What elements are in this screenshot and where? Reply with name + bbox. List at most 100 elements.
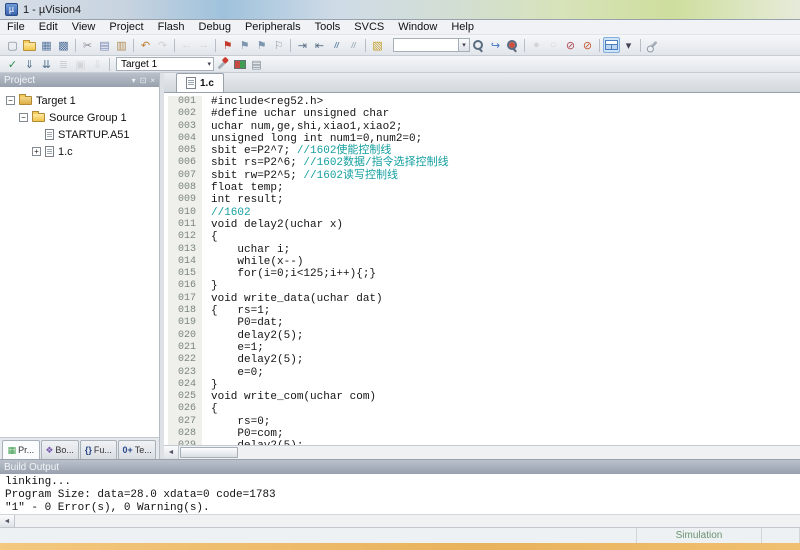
main-area: Project ▾⊡× −Target 1−Source Group 1STAR… [0, 73, 800, 459]
line-number: 027 [168, 416, 202, 428]
tree-item-startup-a51[interactable]: STARTUP.A51 [2, 126, 159, 143]
file-toolbar: ▢▦▩✂▤▥↶↷←→⚑⚑⚑⚐⇥⇤////▧▾↪●○⊘⊘▾ [0, 35, 800, 56]
find-next-button[interactable]: ↪ [487, 37, 504, 53]
code-text: void write_data(uchar dat) [202, 293, 383, 305]
scroll-left-button[interactable]: ◄ [0, 515, 15, 527]
panel-pin-button[interactable]: ⊡ [140, 76, 147, 85]
next-bookmark-icon: ⚑ [257, 39, 267, 52]
translate-file-button[interactable]: ✓ [4, 57, 21, 71]
scroll-left-button[interactable]: ◄ [164, 446, 179, 459]
configure-tools-button[interactable] [644, 37, 661, 53]
tab-project[interactable]: ▦Pr... [2, 440, 40, 459]
code-line: 017void write_data(uchar dat) [164, 293, 800, 305]
app-icon: µ [5, 3, 18, 16]
next-bookmark-button[interactable]: ⚑ [253, 37, 270, 53]
scrollbar-thumb[interactable] [180, 447, 238, 458]
tree-item-1-c[interactable]: +1.c [2, 143, 159, 160]
outdent-button[interactable]: ⇤ [311, 37, 328, 53]
tab-functions[interactable]: {}Fu... [80, 440, 118, 459]
tree-expander[interactable]: − [6, 96, 15, 105]
find-input[interactable] [393, 38, 459, 52]
menu-svcs[interactable]: SVCS [347, 20, 391, 35]
menu-edit[interactable]: Edit [32, 20, 65, 35]
tab-project-icon: ▦ [8, 445, 17, 456]
menu-peripherals[interactable]: Peripherals [238, 20, 308, 35]
line-number: 023 [168, 367, 202, 379]
menu-file[interactable]: File [0, 20, 32, 35]
code-area[interactable]: 001#include<reg52.h>002#define uchar uns… [164, 93, 800, 445]
stop-build-button[interactable]: ▣ [72, 57, 89, 71]
enable-breakpoint-button[interactable]: ○ [545, 37, 562, 53]
tree-expander[interactable]: + [32, 147, 41, 156]
menu-flash[interactable]: Flash [151, 20, 192, 35]
previous-bookmark-button[interactable]: ⚑ [236, 37, 253, 53]
search-in-files-button[interactable] [470, 37, 487, 53]
comment-selection-button[interactable]: // [328, 37, 345, 53]
insert-breakpoint-button[interactable]: ● [528, 37, 545, 53]
menu-tools[interactable]: Tools [308, 20, 348, 35]
build-output-scrollbar[interactable]: ◄ [0, 514, 800, 527]
tree-item-label: STARTUP.A51 [58, 129, 130, 141]
panel-menu-button[interactable]: ▾ [132, 76, 136, 85]
uncomment-selection-button[interactable]: // [345, 37, 362, 53]
kill-all-breakpoints-button[interactable]: ⊘ [579, 37, 596, 53]
code-text: void write_com(uchar com) [202, 391, 376, 403]
navigate-back-button[interactable]: ← [178, 37, 195, 53]
toolbar-separator [215, 39, 216, 52]
menu-window[interactable]: Window [391, 20, 444, 35]
options-for-target-button[interactable] [214, 57, 231, 71]
clear-all-bookmarks-button[interactable]: ⚐ [270, 37, 287, 53]
find-in-files-button[interactable]: ▧ [369, 37, 386, 53]
code-text: delay2(5); [202, 354, 303, 366]
copy-button[interactable]: ▤ [96, 37, 113, 53]
tree-expander[interactable]: − [19, 113, 28, 122]
find-button[interactable] [504, 37, 521, 53]
code-line: 014 while(x--) [164, 256, 800, 268]
code-text [202, 207, 211, 219]
cut-button[interactable]: ✂ [79, 37, 96, 53]
manage-components-button[interactable]: ▤ [248, 57, 265, 71]
panel-close-button[interactable]: × [150, 76, 155, 85]
menu-view[interactable]: View [65, 20, 103, 35]
toolbar-separator [290, 39, 291, 52]
code-line: 008float temp; [164, 182, 800, 194]
insert-bookmark-button[interactable]: ⚑ [219, 37, 236, 53]
target-select[interactable]: Target 1▾ [116, 57, 214, 71]
rebuild-all-button[interactable]: ⇊ [38, 57, 55, 71]
open-folder-button[interactable] [21, 37, 38, 53]
menu-project[interactable]: Project [102, 20, 150, 35]
code-line: 012{ [164, 231, 800, 243]
download-flash-button[interactable]: ⇩ [89, 57, 106, 71]
disable-all-breakpoints-button[interactable]: ⊘ [562, 37, 579, 53]
batch-build-button[interactable]: ≣ [55, 57, 72, 71]
tree-item-label: 1.c [58, 146, 73, 158]
code-line: 007sbit rw=P2^5; //1602读写控制线 [164, 170, 800, 182]
flash-download-options-icon [234, 60, 246, 69]
find-dropdown-arrow[interactable]: ▾ [459, 38, 470, 52]
code-text: { [202, 231, 218, 243]
editor-horizontal-scrollbar[interactable]: ◄ [164, 445, 800, 459]
window-layout-button[interactable] [603, 37, 620, 53]
tree-item-source-group-1[interactable]: −Source Group 1 [2, 109, 159, 126]
line-number: 019 [168, 317, 202, 329]
save-all-button[interactable]: ▩ [55, 37, 72, 53]
menu-debug[interactable]: Debug [192, 20, 238, 35]
indent-button[interactable]: ⇥ [294, 37, 311, 53]
redo-button[interactable]: ↷ [154, 37, 171, 53]
build-target-button[interactable]: ⇓ [21, 57, 38, 71]
tab-books[interactable]: ❖Bo... [41, 440, 79, 459]
save-button[interactable]: ▦ [38, 37, 55, 53]
code-text: sbit rw=P2^5; [202, 170, 303, 182]
paste-button[interactable]: ▥ [113, 37, 130, 53]
menu-help[interactable]: Help [444, 20, 481, 35]
tab-templates[interactable]: 0+Te... [118, 440, 156, 459]
window-layout-dropdown-button[interactable]: ▾ [620, 37, 637, 53]
editor-tab-label: 1.c [200, 78, 214, 89]
new-file-button[interactable]: ▢ [4, 37, 21, 53]
flash-download-options-button[interactable] [231, 57, 248, 71]
undo-button[interactable]: ↶ [137, 37, 154, 53]
navigate-forward-button[interactable]: → [195, 37, 212, 53]
tree-item-target-1[interactable]: −Target 1 [2, 92, 159, 109]
folder-icon [32, 113, 45, 122]
editor-tab-1c[interactable]: 1.c [176, 73, 224, 92]
